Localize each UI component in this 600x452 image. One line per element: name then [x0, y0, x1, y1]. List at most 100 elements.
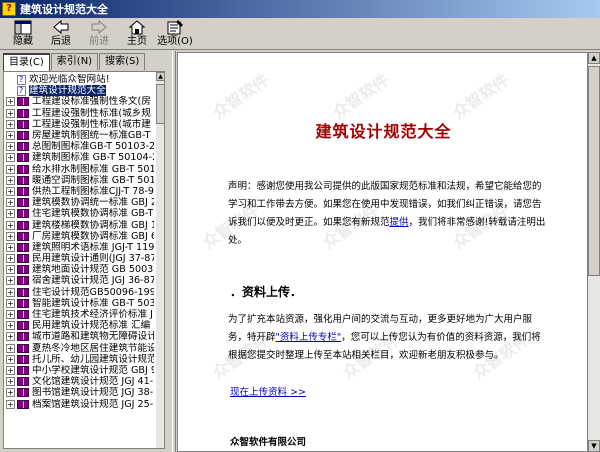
tree-item[interactable]: + 档案馆建筑设计规范 JGJ 25-: [4, 398, 154, 410]
tree-item-label: 给水排水制图标准 GB-T 50106: [32, 163, 154, 175]
upload-column-link[interactable]: "资料上传专栏": [276, 332, 342, 343]
book-icon: [17, 365, 29, 375]
tree-item[interactable]: 建筑设计规范大全: [4, 85, 154, 97]
tree-item[interactable]: + 中小学校建筑设计规范 GBJ 99: [4, 365, 154, 376]
expand-plus-icon[interactable]: +: [6, 298, 15, 308]
tree-scrollbar[interactable]: ▲: [156, 72, 164, 448]
help-page-icon: [17, 85, 26, 96]
expand-plus-icon[interactable]: +: [6, 119, 15, 129]
expand-plus-icon[interactable]: +: [6, 321, 15, 331]
tree-item[interactable]: + 房屋建筑制图统一标准GB-T 5: [4, 130, 154, 141]
forward-button[interactable]: 前进: [80, 18, 118, 49]
book-icon: [17, 265, 29, 275]
book-icon: [17, 198, 29, 208]
tab-index[interactable]: 索引(N): [50, 53, 99, 70]
tree-item[interactable]: + 托儿所、幼儿园建筑设计规范: [4, 354, 154, 365]
expand-plus-icon[interactable]: +: [6, 354, 15, 364]
tree-item[interactable]: + 建筑模数协调统一标准 GBJ 2: [4, 197, 154, 208]
expand-plus-icon[interactable]: +: [6, 388, 15, 398]
tree-item[interactable]: + 建筑照明术语标准 JGJ-T 119-: [4, 242, 154, 253]
book-icon: [17, 119, 29, 129]
book-icon: [17, 310, 29, 320]
tree-item-label: 城市道路和建筑物无障碍设计: [32, 331, 154, 343]
expand-plus-icon[interactable]: +: [6, 231, 15, 241]
scroll-down-arrow-icon[interactable]: ▼: [588, 440, 600, 452]
tree-item-label: 建筑制图标准 GB-T 50104-200: [32, 152, 154, 164]
tree-item[interactable]: + 工程建设强制性标准(城乡规: [4, 108, 154, 119]
tree-item[interactable]: + 暖通空调制图标准 GB-T 50114: [4, 175, 154, 186]
expand-plus-icon[interactable]: +: [6, 377, 15, 387]
tree-item-label: 建筑地面设计规范 GB 50037-9: [32, 264, 154, 276]
tree-item-label: 厂房建筑模数协调标准 GBJ 6: [32, 230, 154, 242]
expand-plus-icon[interactable]: +: [6, 97, 15, 107]
tree-item[interactable]: + 供热工程制图标准CJJ-T 78-9: [4, 186, 154, 197]
tab-search[interactable]: 搜索(S): [99, 53, 146, 70]
expand-plus-icon[interactable]: +: [6, 175, 15, 185]
expand-plus-icon[interactable]: +: [6, 276, 15, 286]
tree-item[interactable]: + 智能建筑设计标准 GB-T 50314: [4, 298, 154, 309]
tree-item-label: 建筑照明术语标准 JGJ-T 119-: [32, 241, 154, 253]
tree-item[interactable]: + 城市道路和建筑物无障碍设计: [4, 331, 154, 342]
tree-item-label: 工程建设强制性标准(城乡规: [32, 107, 151, 119]
tree-item[interactable]: + 建筑楼梯模数协调标准 GBJ 1: [4, 219, 154, 231]
expand-plus-icon[interactable]: +: [6, 365, 15, 375]
tree-item[interactable]: + 总图制图标准GB-T 50103-200: [4, 141, 154, 152]
expand-plus-icon[interactable]: +: [6, 343, 15, 353]
expand-plus-icon[interactable]: +: [6, 399, 15, 409]
book-icon: [17, 186, 29, 196]
tree-item[interactable]: + 图书馆建筑设计规范 JGJ 38-9: [4, 387, 154, 398]
expand-plus-icon[interactable]: +: [6, 265, 15, 275]
tree-item[interactable]: + 住宅建筑模数协调标准 GB-T: [4, 208, 154, 219]
tree-item[interactable]: + 厂房建筑模数协调标准 GBJ 6: [4, 231, 154, 242]
options-button[interactable]: 选项(O): [156, 18, 194, 49]
expand-plus-icon[interactable]: +: [6, 220, 15, 230]
expand-plus-icon[interactable]: +: [6, 198, 15, 208]
tree-item[interactable]: + 民用建筑设计通则(JGJ 37-87: [4, 253, 154, 264]
scroll-up-arrow-icon[interactable]: ▲: [588, 52, 600, 64]
tree-item-label: 住宅设计规范GB50096-1999(2: [32, 286, 154, 298]
scroll-up-arrow-icon[interactable]: ▲: [156, 72, 164, 81]
provide-link[interactable]: 提供: [390, 217, 409, 228]
tab-contents[interactable]: 目录(C): [3, 53, 50, 72]
book-icon: [17, 164, 29, 174]
tree-item[interactable]: + 民用建筑设计规范标准 汇编: [4, 320, 154, 331]
expand-plus-icon[interactable]: +: [6, 310, 15, 320]
expand-plus-icon[interactable]: +: [6, 131, 15, 141]
hide-button[interactable]: 隐藏: [4, 18, 42, 49]
tree-item[interactable]: + 工程建设强制性标准(城市建: [4, 119, 154, 130]
tree-item-label: 民用建筑设计规范标准 汇编: [32, 320, 151, 332]
pane-splitter[interactable]: [172, 51, 176, 452]
expand-plus-icon[interactable]: +: [6, 186, 15, 196]
expand-plus-icon[interactable]: +: [6, 254, 15, 264]
tree-item[interactable]: + 给水排水制图标准 GB-T 50106: [4, 164, 154, 175]
expand-plus-icon[interactable]: +: [6, 142, 15, 152]
book-icon: [17, 332, 29, 342]
home-button[interactable]: 主页: [118, 18, 156, 49]
tree-item[interactable]: + 工程建设标准强制性条文(房: [4, 96, 154, 107]
tree-item[interactable]: + 夏热冬冷地区居住建筑节能设: [4, 343, 154, 354]
tree-item[interactable]: + 住宅建筑技术经济评价标准 J: [4, 309, 154, 320]
title-bar: ? 建筑设计规范大全: [0, 0, 600, 18]
tree-item[interactable]: + 住宅设计规范GB50096-1999(2: [4, 287, 154, 298]
tree-item[interactable]: + 建筑制图标准 GB-T 50104-200: [4, 152, 154, 163]
expand-plus-icon[interactable]: +: [6, 287, 15, 297]
expand-plus-icon[interactable]: +: [6, 209, 15, 219]
expand-plus-icon[interactable]: +: [6, 153, 15, 163]
tree-item-label: 托儿所、幼儿园建筑设计规范: [32, 353, 154, 365]
expand-plus-icon[interactable]: +: [6, 242, 15, 252]
contents-tree[interactable]: 欢迎光临众智网站!建筑设计规范大全 + 工程建设标准强制性条文(房 + 工程建设强制性标…: [3, 71, 165, 449]
tree-item[interactable]: 欢迎光临众智网站!: [4, 74, 154, 85]
tree-item[interactable]: + 文化馆建筑设计规范 JGJ 41-: [4, 376, 154, 387]
document-scroll-thumb[interactable]: [588, 66, 600, 276]
expand-plus-icon[interactable]: +: [6, 108, 15, 118]
tree-item-label: 宿舍建筑设计规范 JGJ 36-87: [32, 275, 154, 287]
document-scrollbar[interactable]: ▲ ▼: [588, 52, 600, 452]
expand-plus-icon[interactable]: +: [6, 164, 15, 174]
book-icon: [17, 343, 29, 353]
tree-item[interactable]: + 宿舍建筑设计规范 JGJ 36-87: [4, 275, 154, 286]
tree-item[interactable]: + 建筑地面设计规范 GB 50037-9: [4, 264, 154, 275]
back-button[interactable]: 后退: [42, 18, 80, 49]
expand-plus-icon[interactable]: +: [6, 332, 15, 342]
tree-scroll-thumb[interactable]: [156, 84, 164, 124]
upload-now-link[interactable]: 现在上传资料 >>: [230, 384, 306, 398]
